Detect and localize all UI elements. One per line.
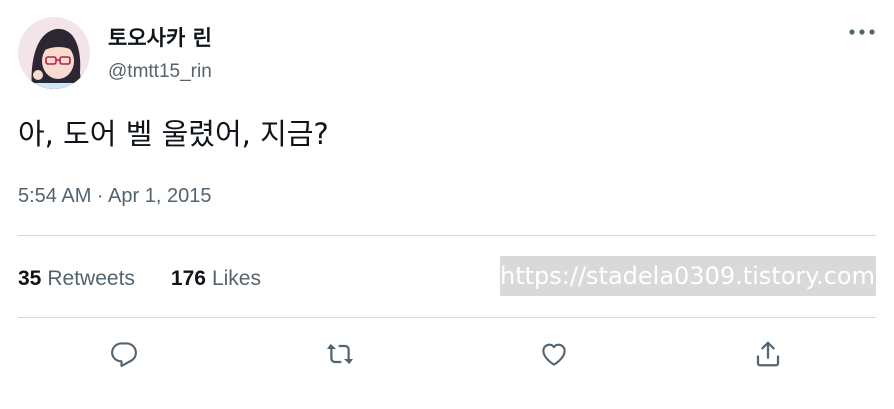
retweets-label: Retweets: [47, 267, 135, 290]
retweets-count: 35: [18, 267, 42, 290]
divider: [18, 235, 876, 236]
likes-label: Likes: [211, 267, 261, 290]
reply-icon: [109, 339, 139, 369]
more-horizontal-icon[interactable]: [846, 22, 878, 42]
avatar[interactable]: [18, 17, 90, 89]
engagement-stats: 35 Retweets 176 Likes: [18, 265, 261, 293]
retweet-icon: [324, 339, 356, 369]
user-handle[interactable]: @tmtt15_rin: [108, 60, 212, 84]
heart-icon: [539, 339, 569, 369]
retweets-stat[interactable]: 35 Retweets: [18, 265, 135, 293]
likes-count: 176: [170, 267, 206, 290]
divider: [18, 317, 876, 318]
reply-button[interactable]: [106, 336, 142, 372]
watermark: https://stadela0309.tistory.com: [500, 256, 876, 296]
share-icon: [753, 339, 783, 369]
tweet-timestamp[interactable]: 5:54 AM · Apr 1, 2015: [18, 183, 211, 209]
likes-stat[interactable]: 176 Likes: [171, 265, 261, 293]
display-name[interactable]: 토오사카 린: [108, 24, 212, 52]
retweet-button[interactable]: [322, 336, 358, 372]
tweet-text: 아, 도어 벨 울렸어, 지금?: [18, 117, 329, 151]
share-button[interactable]: [750, 336, 786, 372]
like-button[interactable]: [536, 336, 572, 372]
